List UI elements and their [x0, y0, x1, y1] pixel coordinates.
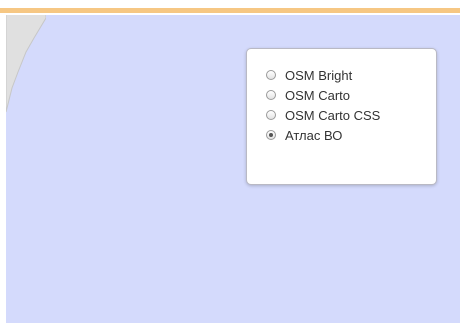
- layer-label-atlas-vo: Атлас ВО: [285, 127, 343, 143]
- layer-option-osm-carto-css[interactable]: OSM Carto CSS: [266, 105, 436, 125]
- layer-label-osm-carto-css: OSM Carto CSS: [285, 107, 381, 123]
- radio-atlas-vo[interactable]: [266, 130, 276, 140]
- radio-osm-carto-css[interactable]: [266, 110, 276, 120]
- layer-label-osm-carto: OSM Carto: [285, 87, 351, 103]
- radio-osm-bright[interactable]: [266, 70, 276, 80]
- layer-switcher-panel: OSM Bright OSM Carto OSM Carto CSS Атлас…: [246, 48, 437, 185]
- layer-option-osm-carto[interactable]: OSM Carto: [266, 85, 436, 105]
- layer-option-atlas-vo[interactable]: Атлас ВО: [266, 125, 436, 145]
- map-top-border: [0, 0, 460, 15]
- layer-option-osm-bright[interactable]: OSM Bright: [266, 65, 436, 85]
- layer-label-osm-bright: OSM Bright: [285, 67, 353, 83]
- radio-osm-carto[interactable]: [266, 90, 276, 100]
- land-area: [6, 0, 46, 113]
- map-screen: OSM Bright OSM Carto OSM Carto CSS Атлас…: [0, 0, 460, 323]
- map-canvas[interactable]: OSM Bright OSM Carto OSM Carto CSS Атлас…: [6, 0, 460, 323]
- boundary-line: [0, 8, 460, 13]
